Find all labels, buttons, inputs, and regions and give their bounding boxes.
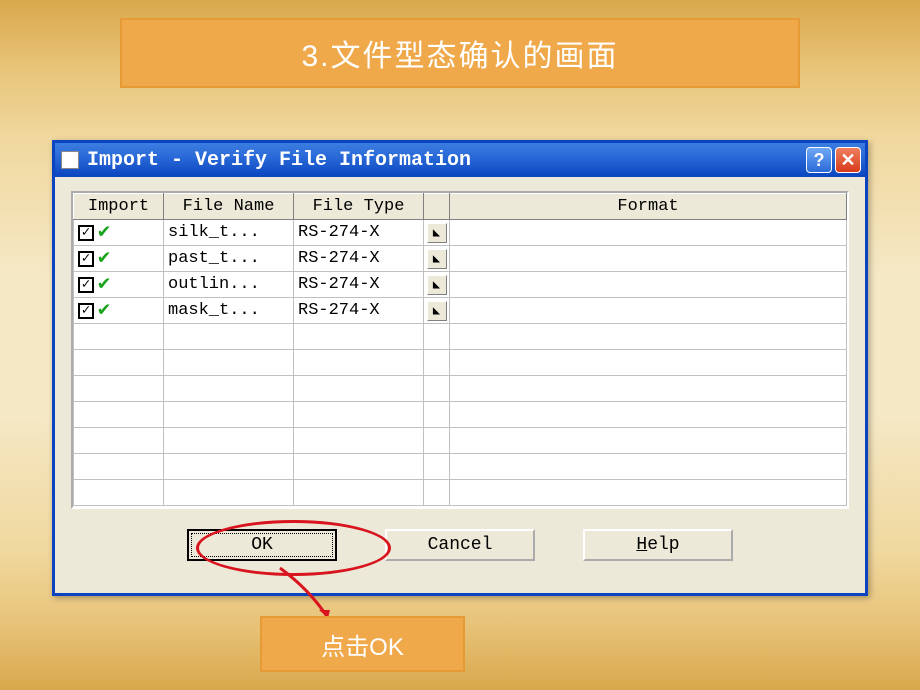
slide-title-banner: 3.文件型态确认的画面 bbox=[120, 18, 800, 88]
table-row[interactable]: ✓✔ outlin...RS-274-X◣ bbox=[74, 272, 847, 298]
filetype-dropdown-icon[interactable]: ◣ bbox=[427, 301, 447, 321]
col-header-import[interactable]: Import bbox=[74, 194, 164, 220]
status-ok-icon: ✔ bbox=[98, 301, 110, 321]
cell-filename: mask_t... bbox=[164, 298, 294, 324]
table-body: ✓✔silk_t...RS-274-X◣✓✔past_t...RS-274-X◣… bbox=[74, 220, 847, 506]
cell-filetype: RS-274-X bbox=[294, 298, 424, 324]
table-row-empty bbox=[74, 454, 847, 480]
ok-button-label: OK bbox=[251, 535, 273, 555]
cancel-button[interactable]: Cancel bbox=[385, 529, 535, 561]
cell-filename: silk_t... bbox=[164, 220, 294, 246]
titlebar-help-button[interactable]: ? bbox=[806, 147, 832, 173]
filetype-dropdown-icon[interactable]: ◣ bbox=[427, 223, 447, 243]
cell-format bbox=[450, 298, 847, 324]
import-checkbox[interactable]: ✓ bbox=[78, 251, 94, 267]
help-icon: ? bbox=[814, 150, 825, 171]
import-checkbox[interactable]: ✓ bbox=[78, 225, 94, 241]
table-row-empty bbox=[74, 324, 847, 350]
file-table-container: Import File Name File Type Format ✓✔silk… bbox=[71, 191, 849, 509]
cell-filename: past_t... bbox=[164, 246, 294, 272]
cell-format bbox=[450, 246, 847, 272]
annotation-callout: 点击OK bbox=[260, 616, 465, 672]
import-checkbox[interactable]: ✓ bbox=[78, 303, 94, 319]
col-header-filetype[interactable]: File Type bbox=[294, 194, 424, 220]
col-header-spacer bbox=[424, 194, 450, 220]
import-verify-dialog: Import - Verify File Information ? ✕ Imp… bbox=[52, 140, 868, 596]
cell-filetype: RS-274-X bbox=[294, 272, 424, 298]
cell-format bbox=[450, 272, 847, 298]
table-row-empty bbox=[74, 402, 847, 428]
col-header-format[interactable]: Format bbox=[450, 194, 847, 220]
status-ok-icon: ✔ bbox=[98, 223, 110, 243]
table-row-empty bbox=[74, 350, 847, 376]
close-icon: ✕ bbox=[840, 150, 855, 171]
table-row[interactable]: ✓✔ silk_t...RS-274-X◣ bbox=[74, 220, 847, 246]
filetype-dropdown-icon[interactable]: ◣ bbox=[427, 249, 447, 269]
table-row-empty bbox=[74, 428, 847, 454]
cell-filetype: RS-274-X bbox=[294, 220, 424, 246]
status-ok-icon: ✔ bbox=[98, 275, 110, 295]
annotation-text: 点击OK bbox=[321, 627, 404, 662]
filetype-dropdown-icon[interactable]: ◣ bbox=[427, 275, 447, 295]
table-row-empty bbox=[74, 376, 847, 402]
table-row-empty bbox=[74, 480, 847, 506]
cancel-button-label: Cancel bbox=[428, 535, 493, 555]
dialog-title: Import - Verify File Information bbox=[87, 149, 803, 172]
ok-button[interactable]: OK bbox=[187, 529, 337, 561]
slide-title-text: 3.文件型态确认的画面 bbox=[301, 31, 618, 75]
titlebar-close-button[interactable]: ✕ bbox=[835, 147, 861, 173]
table-row[interactable]: ✓✔ past_t...RS-274-X◣ bbox=[74, 246, 847, 272]
dialog-body: Import File Name File Type Format ✓✔silk… bbox=[55, 177, 865, 573]
table-header-row: Import File Name File Type Format bbox=[74, 194, 847, 220]
cell-filetype: RS-274-X bbox=[294, 246, 424, 272]
help-button[interactable]: Help bbox=[583, 529, 733, 561]
help-button-label: Help bbox=[636, 535, 679, 555]
status-ok-icon: ✔ bbox=[98, 249, 110, 269]
col-header-filename[interactable]: File Name bbox=[164, 194, 294, 220]
cell-filename: outlin... bbox=[164, 272, 294, 298]
import-checkbox[interactable]: ✓ bbox=[78, 277, 94, 293]
system-menu-icon[interactable] bbox=[61, 151, 79, 169]
dialog-titlebar: Import - Verify File Information ? ✕ bbox=[55, 143, 865, 177]
cell-format bbox=[450, 220, 847, 246]
dialog-button-row: OK Cancel Help bbox=[71, 529, 849, 561]
file-table: Import File Name File Type Format ✓✔silk… bbox=[73, 193, 847, 506]
table-row[interactable]: ✓✔ mask_t...RS-274-X◣ bbox=[74, 298, 847, 324]
